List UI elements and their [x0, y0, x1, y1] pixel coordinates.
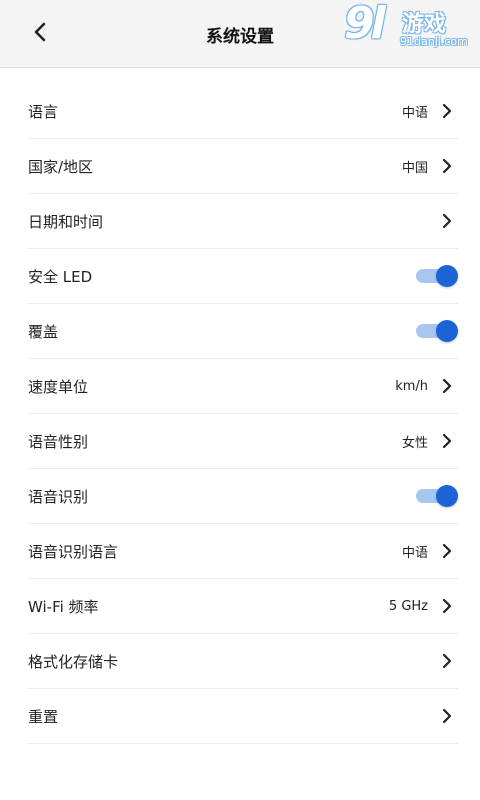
setting-row-overlay[interactable]: 覆盖	[28, 304, 458, 359]
setting-row-format-storage-card[interactable]: 格式化存储卡	[28, 634, 458, 689]
setting-row-speed-unit[interactable]: 速度单位 km/h	[28, 359, 458, 414]
chevron-right-icon	[440, 597, 454, 615]
setting-label: 日期和时间	[28, 212, 104, 231]
toggle-switch[interactable]	[416, 265, 458, 287]
toggle-knob	[436, 265, 458, 287]
setting-label: 安全 LED	[28, 267, 93, 286]
setting-label: 格式化存储卡	[28, 652, 119, 671]
setting-row-country-region[interactable]: 国家/地区 中国	[28, 139, 458, 194]
setting-row-voice-gender[interactable]: 语音性别 女性	[28, 414, 458, 469]
setting-label: Wi-Fi 频率	[28, 597, 99, 616]
setting-value: km/h	[395, 378, 428, 394]
setting-label: 覆盖	[28, 322, 59, 341]
setting-row-voice-recognition-language[interactable]: 语音识别语言 中语	[28, 524, 458, 579]
toggle-knob	[436, 320, 458, 342]
setting-label: 语音识别语言	[28, 542, 119, 561]
chevron-right-icon	[440, 432, 454, 450]
setting-value: 中语	[401, 105, 428, 121]
toggle-knob	[436, 485, 458, 507]
setting-row-voice-recognition[interactable]: 语音识别	[28, 469, 458, 524]
toggle-switch[interactable]	[416, 485, 458, 507]
header-bar: 系统设置 9l 游戏 91danji.com	[0, 0, 480, 68]
chevron-right-icon	[440, 707, 454, 725]
watermark-logo: 9l 游戏 91danji.com	[342, 0, 474, 54]
toggle-switch[interactable]	[416, 320, 458, 342]
setting-value: 中语	[401, 545, 428, 561]
setting-row-date-time[interactable]: 日期和时间	[28, 194, 458, 249]
setting-label: 语音识别	[28, 487, 89, 506]
chevron-right-icon	[440, 542, 454, 560]
chevron-right-icon	[440, 652, 454, 670]
setting-row-language[interactable]: 语言 中语	[28, 84, 458, 139]
chevron-right-icon	[440, 212, 454, 230]
setting-row-security-led[interactable]: 安全 LED	[28, 249, 458, 304]
chevron-right-icon	[440, 157, 454, 175]
setting-value: 女性	[401, 435, 428, 451]
watermark-url: 91danji.com	[400, 35, 468, 48]
chevron-right-icon	[440, 102, 454, 120]
setting-label: 速度单位	[28, 377, 89, 396]
setting-value: 5 GHz	[388, 598, 428, 614]
setting-row-reset[interactable]: 重置	[28, 689, 458, 744]
setting-label: 重置	[28, 707, 59, 726]
setting-label: 语音性别	[28, 432, 89, 451]
settings-list: 语言 中语 国家/地区 中国 日期和时间 安全 LED 覆盖 速度单位 km/h 语音性别 女性 语音…	[28, 84, 458, 744]
setting-row-wifi-frequency[interactable]: Wi-Fi 频率 5 GHz	[28, 579, 458, 634]
watermark-name: 游戏	[402, 12, 447, 37]
setting-label: 国家/地区	[28, 157, 94, 176]
chevron-right-icon	[440, 377, 454, 395]
setting-label: 语言	[28, 102, 59, 121]
watermark-number: 9l	[344, 0, 386, 49]
setting-value: 中国	[401, 160, 428, 176]
